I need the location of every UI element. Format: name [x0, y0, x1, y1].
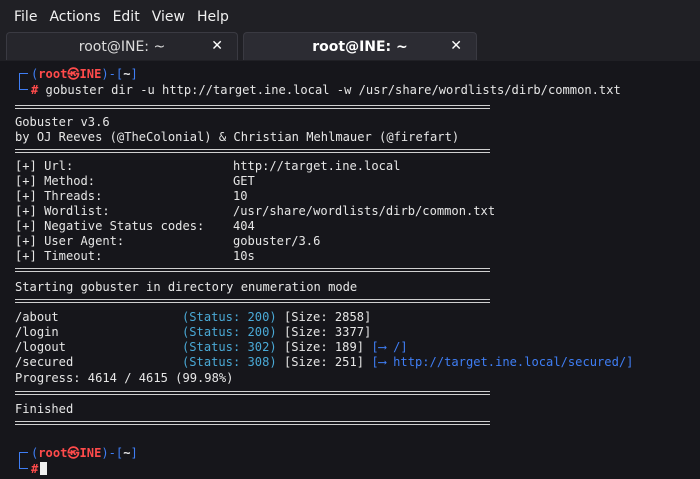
skull-icon: ㉿	[67, 67, 80, 81]
text-cursor	[40, 462, 48, 475]
config-wordlist-value: /usr/share/wordlists/dirb/common.txt	[233, 204, 496, 218]
config-label: [+] Negative Status codes:	[15, 219, 205, 233]
prompt-corner-bottom	[19, 82, 28, 90]
result-path: /about	[15, 310, 59, 324]
config-label: [+] User Agent:	[15, 234, 125, 248]
config-label: [+] Wordlist:	[15, 204, 110, 218]
prompt-bracket-close: ]	[130, 446, 138, 460]
divider	[15, 299, 490, 303]
config-wordlist: [+] Wordlist:	[15, 204, 110, 219]
prompt-corner-bottom	[19, 461, 28, 469]
command-line: # gobuster dir -u http://target.ine.loca…	[31, 83, 621, 98]
menu-edit[interactable]: Edit	[107, 0, 146, 34]
prompt-line-1: (root㉿INE)-[~]	[31, 67, 138, 82]
config-threads: [+] Threads:	[15, 189, 102, 204]
close-icon[interactable]: ✕	[211, 38, 223, 54]
result-size: [Size: 251]	[283, 355, 365, 369]
result-path: /login	[15, 325, 59, 339]
prompt-bracket: )-[	[101, 67, 124, 81]
skull-icon: ㉿	[67, 446, 80, 460]
menu-view[interactable]: View	[146, 0, 191, 34]
result-redirect[interactable]: [⟶ /]	[371, 340, 407, 354]
config-method: [+] Method:	[15, 174, 95, 189]
divider	[15, 268, 490, 272]
config-timeout-value: 10s	[233, 249, 255, 263]
menu-file[interactable]: File	[8, 0, 43, 34]
result-status: (Status: 308)	[182, 355, 277, 369]
prompt-user: root	[38, 67, 68, 81]
result-size: [Size: 3377]	[283, 325, 372, 339]
config-label: [+] Timeout:	[15, 249, 103, 263]
prompt-host: INE	[79, 446, 102, 460]
config-useragent: [+] User Agent:	[15, 234, 124, 249]
config-negstatus: [+] Negative Status codes:	[15, 219, 204, 234]
prompt-user: root	[38, 446, 68, 460]
result-status-size: (Status: 200) [Size: 2858]	[182, 310, 371, 325]
config-threads-value: 10	[233, 189, 248, 203]
config-useragent-value: gobuster/3.6	[233, 234, 321, 248]
config-url: [+] Url:	[15, 159, 73, 174]
result-size: [Size: 2858]	[283, 310, 372, 324]
result-status-size: (Status: 308) [Size: 251] [⟶ http://targ…	[182, 355, 633, 370]
config-timeout: [+] Timeout:	[15, 249, 102, 264]
config-label: [+] Url:	[15, 159, 74, 173]
tab-terminal-1[interactable]: root@INE: ~ ✕	[6, 32, 238, 60]
close-icon[interactable]: ✕	[450, 38, 462, 54]
divider	[15, 149, 490, 153]
menu-help[interactable]: Help	[191, 0, 235, 34]
finished-message: Finished	[15, 402, 74, 416]
prompt-line-2: (root㉿INE)-[~]	[31, 446, 138, 461]
result-path: /secured	[15, 355, 74, 369]
divider	[15, 391, 490, 395]
config-negstatus-value: 404	[233, 219, 255, 233]
prompt-bracket-close: ]	[130, 67, 138, 81]
config-method-value: GET	[233, 174, 255, 188]
divider	[15, 105, 490, 109]
command-text: gobuster dir -u http://target.ine.local …	[38, 83, 621, 97]
result-status: (Status: 200)	[182, 310, 277, 324]
start-message: Starting gobuster in directory enumerati…	[15, 280, 358, 294]
result-path: /logout	[15, 340, 66, 354]
config-url-value: http://target.ine.local	[233, 159, 401, 173]
result-status-size: (Status: 200) [Size: 3377]	[182, 325, 371, 340]
input-line[interactable]: #	[31, 462, 48, 477]
result-status-size: (Status: 302) [Size: 189] [⟶ /]	[182, 340, 408, 355]
prompt-host: INE	[79, 67, 102, 81]
menubar: File Actions Edit View Help	[0, 0, 700, 34]
prompt-bracket: )-[	[101, 446, 124, 460]
result-size: [Size: 189]	[283, 340, 365, 354]
config-label: [+] Method:	[15, 174, 96, 188]
result-redirect[interactable]: [⟶ http://target.ine.local/secured/]	[371, 355, 633, 369]
banner-authors: by OJ Reeves (@TheColonial) & Christian …	[15, 130, 460, 144]
menu-actions[interactable]: Actions	[43, 0, 106, 34]
divider	[15, 421, 490, 425]
terminal-output[interactable]: (root㉿INE)-[~] # gobuster dir -u http://…	[0, 61, 700, 479]
prompt-hash: #	[31, 462, 39, 476]
progress-line: Progress: 4614 / 4615 (99.98%)	[15, 371, 234, 385]
result-status: (Status: 200)	[182, 325, 277, 339]
tab-bar: root@INE: ~ ✕ root@INE: ~ ✕	[0, 30, 700, 61]
config-label: [+] Threads:	[15, 189, 103, 203]
tab-label: root@INE: ~	[312, 38, 408, 55]
banner-version: Gobuster v3.6	[15, 115, 110, 129]
tab-terminal-2[interactable]: root@INE: ~ ✕	[243, 32, 477, 60]
tab-label: root@INE: ~	[78, 38, 166, 55]
result-status: (Status: 302)	[182, 340, 277, 354]
